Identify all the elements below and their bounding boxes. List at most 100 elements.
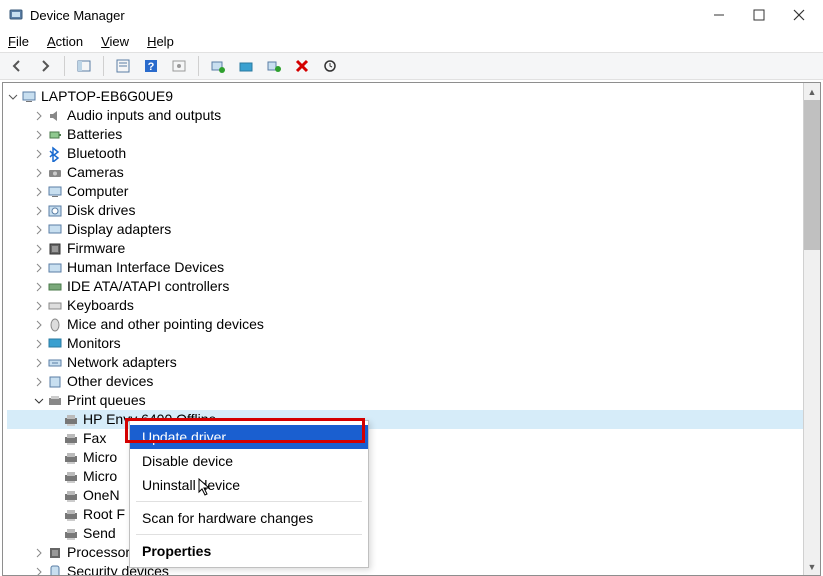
- tree-device-label: Send: [83, 524, 116, 543]
- properties-button[interactable]: [112, 55, 134, 77]
- device-tree: LAPTOP-EB6G0UE9 Audio inputs and outputs…: [3, 83, 820, 576]
- show-hide-tree-button[interactable]: [73, 55, 95, 77]
- minimize-button[interactable]: [699, 1, 739, 29]
- device-icon: [47, 279, 63, 295]
- help-button[interactable]: ?: [140, 55, 162, 77]
- refresh-button[interactable]: [319, 55, 341, 77]
- device-tree-panel: LAPTOP-EB6G0UE9 Audio inputs and outputs…: [2, 82, 821, 576]
- tree-category[interactable]: Bluetooth: [7, 144, 820, 163]
- back-button[interactable]: [6, 55, 28, 77]
- expander-icon[interactable]: [33, 205, 45, 217]
- tree-category-label: Disk drives: [67, 201, 135, 220]
- disable-device-button[interactable]: [263, 55, 285, 77]
- menu-view[interactable]: View: [101, 34, 129, 49]
- expander-icon[interactable]: [33, 148, 45, 160]
- tree-category[interactable]: Human Interface Devices: [7, 258, 820, 277]
- tree-device-label: Micro: [83, 467, 117, 486]
- tree-category-label: Firmware: [67, 239, 125, 258]
- device-icon: [47, 184, 63, 200]
- scroll-up-button[interactable]: ▲: [804, 83, 820, 100]
- expander-icon[interactable]: [33, 357, 45, 369]
- device-icon: [47, 393, 63, 409]
- tree-category-label: Other devices: [67, 372, 153, 391]
- ctx-separator: [136, 501, 362, 502]
- tree-category-label: IDE ATA/ATAPI controllers: [67, 277, 229, 296]
- close-button[interactable]: [779, 1, 819, 29]
- tree-category[interactable]: IDE ATA/ATAPI controllers: [7, 277, 820, 296]
- tree-category[interactable]: Print queues: [7, 391, 820, 410]
- tree-category[interactable]: Network adapters: [7, 353, 820, 372]
- expander-icon[interactable]: [33, 281, 45, 293]
- tree-category[interactable]: Display adapters: [7, 220, 820, 239]
- tree-category[interactable]: Disk drives: [7, 201, 820, 220]
- printer-icon: [63, 469, 79, 485]
- window-title: Device Manager: [30, 8, 125, 23]
- ctx-disable-device[interactable]: Disable device: [130, 449, 368, 473]
- device-icon: [47, 146, 63, 162]
- device-icon: [47, 222, 63, 238]
- maximize-button[interactable]: [739, 1, 779, 29]
- scrollbar-thumb[interactable]: [804, 100, 820, 250]
- tree-category[interactable]: Mice and other pointing devices: [7, 315, 820, 334]
- tree-category[interactable]: Other devices: [7, 372, 820, 391]
- tree-category[interactable]: Computer: [7, 182, 820, 201]
- tree-category[interactable]: Cameras: [7, 163, 820, 182]
- device-icon: [47, 374, 63, 390]
- computer-icon: [21, 89, 37, 105]
- expander-icon[interactable]: [33, 376, 45, 388]
- expander-icon[interactable]: [33, 262, 45, 274]
- menu-file[interactable]: File: [8, 34, 29, 49]
- menu-help[interactable]: Help: [147, 34, 174, 49]
- printer-icon: [63, 488, 79, 504]
- menu-action[interactable]: Action: [47, 34, 83, 49]
- expander-icon[interactable]: [33, 300, 45, 312]
- expander-icon[interactable]: [33, 167, 45, 179]
- tree-category-label: Print queues: [67, 391, 146, 410]
- tree-category-label: Display adapters: [67, 220, 171, 239]
- device-icon: [47, 564, 63, 576]
- device-icon: [47, 298, 63, 314]
- context-menu: Update driver Disable device Uninstall d…: [129, 420, 369, 568]
- vertical-scrollbar[interactable]: ▲ ▼: [803, 83, 820, 575]
- expander-icon[interactable]: [7, 91, 19, 103]
- expander-icon[interactable]: [33, 243, 45, 255]
- device-icon: [47, 165, 63, 181]
- tree-category[interactable]: Keyboards: [7, 296, 820, 315]
- forward-button[interactable]: [34, 55, 56, 77]
- tree-category-label: Processor: [67, 543, 130, 562]
- scan-hardware-button[interactable]: [207, 55, 229, 77]
- uninstall-device-button[interactable]: [291, 55, 313, 77]
- titlebar: Device Manager: [0, 0, 823, 30]
- tree-root[interactable]: LAPTOP-EB6G0UE9: [7, 87, 820, 106]
- expander-icon[interactable]: [33, 566, 45, 576]
- printer-icon: [63, 526, 79, 542]
- tree-category[interactable]: Monitors: [7, 334, 820, 353]
- update-driver-button[interactable]: [235, 55, 257, 77]
- ctx-scan-hardware[interactable]: Scan for hardware changes: [130, 506, 368, 530]
- tree-category-label: Human Interface Devices: [67, 258, 224, 277]
- expander-icon[interactable]: [33, 186, 45, 198]
- tree-category[interactable]: Audio inputs and outputs: [7, 106, 820, 125]
- tree-category-label: Audio inputs and outputs: [67, 106, 221, 125]
- ctx-update-driver[interactable]: Update driver: [130, 425, 368, 449]
- expander-icon[interactable]: [33, 338, 45, 350]
- expander-icon[interactable]: [33, 110, 45, 122]
- tree-category[interactable]: Batteries: [7, 125, 820, 144]
- tree-category-label: Monitors: [67, 334, 121, 353]
- tree-category[interactable]: Firmware: [7, 239, 820, 258]
- expander-icon[interactable]: [33, 319, 45, 331]
- printer-icon: [63, 412, 79, 428]
- expander-icon[interactable]: [33, 395, 45, 407]
- action-button[interactable]: [168, 55, 190, 77]
- ctx-uninstall-device[interactable]: Uninstall device: [130, 473, 368, 497]
- expander-icon[interactable]: [33, 129, 45, 141]
- svg-text:?: ?: [148, 61, 155, 73]
- expander-icon[interactable]: [33, 547, 45, 559]
- expander-icon[interactable]: [33, 224, 45, 236]
- printer-icon: [63, 507, 79, 523]
- tree-category-label: Bluetooth: [67, 144, 126, 163]
- ctx-properties[interactable]: Properties: [130, 539, 368, 563]
- app-icon: [8, 7, 24, 23]
- device-icon: [47, 203, 63, 219]
- scroll-down-button[interactable]: ▼: [804, 558, 820, 575]
